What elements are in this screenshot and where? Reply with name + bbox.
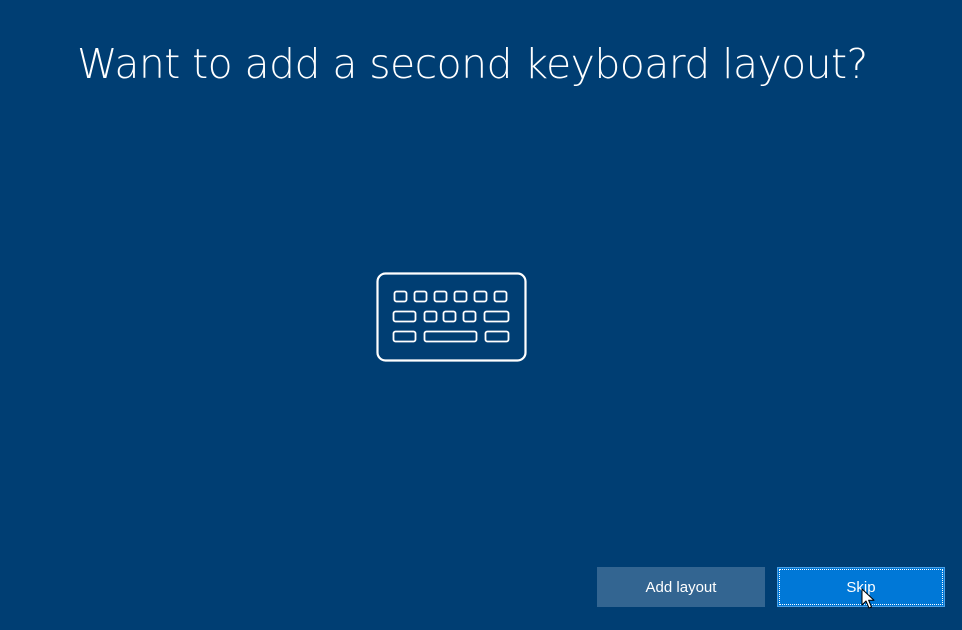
skip-button[interactable]: Skip [777, 567, 945, 607]
add-layout-button[interactable]: Add layout [597, 567, 765, 607]
page-title: Want to add a second keyboard layout? [77, 40, 868, 88]
keyboard-icon [376, 272, 527, 362]
